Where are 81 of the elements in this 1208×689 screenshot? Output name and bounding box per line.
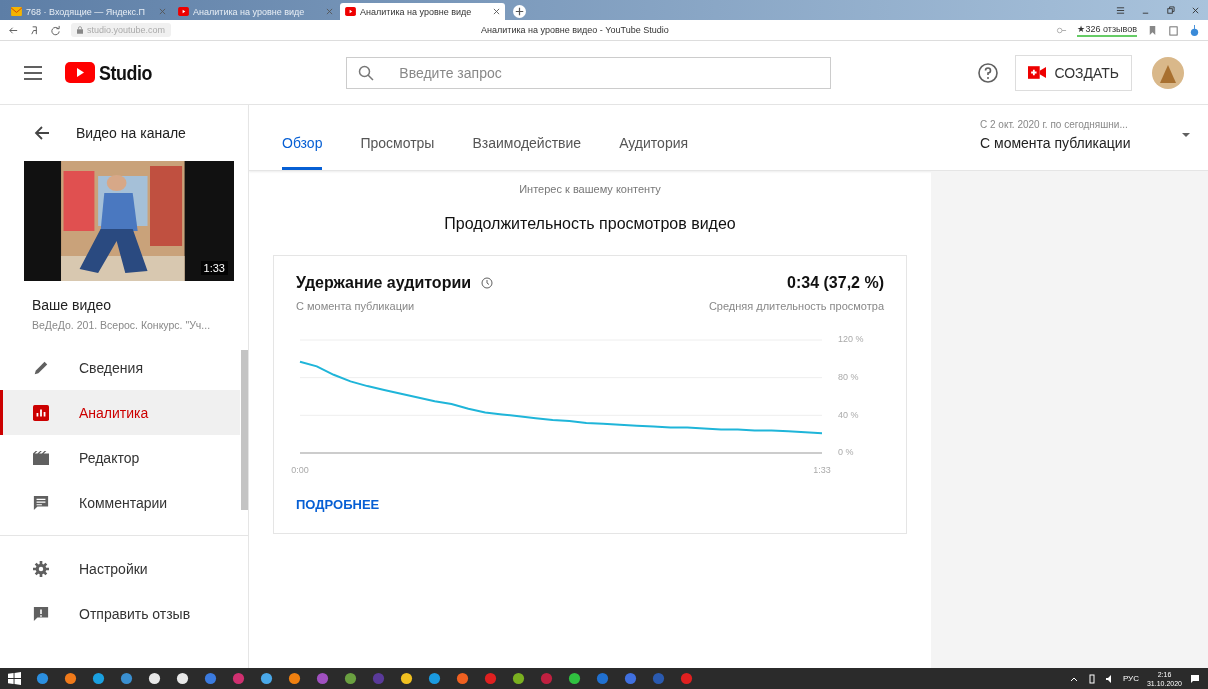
- browser-tab[interactable]: Аналитика на уровне виде: [340, 3, 505, 20]
- download-icon[interactable]: [1189, 24, 1200, 36]
- sidebar-item[interactable]: Настройки: [0, 546, 240, 591]
- bookmark-icon[interactable]: [1147, 24, 1158, 36]
- app-icon[interactable]: [176, 672, 189, 685]
- search-icon: [358, 64, 375, 81]
- battery-icon[interactable]: [1086, 673, 1097, 684]
- x-tick-label: 0:00: [291, 465, 309, 475]
- reviews-link[interactable]: ★326 отзывов: [1077, 23, 1137, 37]
- section-title: Продолжительность просмотров видео: [444, 215, 736, 233]
- tab[interactable]: Просмотры: [360, 135, 435, 170]
- sidebar-item[interactable]: Аналитика: [0, 390, 240, 435]
- camera-icon: [1028, 66, 1047, 79]
- card-subtitle: С момента публикации: [296, 300, 415, 312]
- sidebar-item[interactable]: Редактор: [0, 435, 240, 480]
- play-logo-icon: [65, 62, 95, 83]
- y-tick-label: 120 %: [838, 334, 864, 345]
- card-title: Удержание аудитории: [296, 274, 472, 292]
- new-tab-icon[interactable]: [513, 5, 526, 18]
- video-title: ВеДеДо. 201. Всерос. Конкурс. "Уч...: [32, 319, 212, 331]
- analytics-icon: [33, 404, 49, 421]
- close-icon[interactable]: [493, 8, 500, 15]
- app-icon[interactable]: [568, 672, 581, 685]
- metric-label: Средняя длительность просмотра: [708, 300, 884, 312]
- date-range-dropdown[interactable]: С 2 окт. 2020 г. по сегодняшни... С момента публикации: [960, 105, 1208, 170]
- app-icon[interactable]: [512, 672, 525, 685]
- menu-icon[interactable]: [24, 65, 42, 80]
- duration-badge: 1:33: [200, 261, 228, 275]
- pencil-icon: [33, 359, 49, 376]
- search-field[interactable]: Введите запрос: [346, 56, 832, 89]
- clock-icon[interactable]: [481, 277, 494, 289]
- play-icon: [178, 7, 189, 16]
- comment-icon: [33, 494, 49, 511]
- create-button[interactable]: СОЗДАТЬ: [1015, 54, 1132, 91]
- restore-icon[interactable]: [1166, 6, 1175, 15]
- help-icon[interactable]: [977, 61, 1000, 84]
- app-icon[interactable]: [260, 672, 273, 685]
- notifications-icon[interactable]: [1190, 673, 1200, 684]
- extensions-icon[interactable]: [1168, 24, 1179, 36]
- browser-tab[interactable]: 768 · Входящие — Яндекс.П: [6, 3, 171, 20]
- tab[interactable]: Обзор: [282, 135, 323, 170]
- start-icon[interactable]: [8, 672, 21, 685]
- app-icon[interactable]: [92, 672, 105, 685]
- metric-value: 0:34 (37,2 %): [787, 274, 884, 292]
- envelope-icon: [11, 7, 22, 16]
- app-icon[interactable]: [64, 672, 77, 685]
- tab-title: 768 · Входящие — Яндекс.П: [26, 6, 146, 17]
- film-icon: [33, 449, 49, 466]
- scrollbar[interactable]: [241, 350, 248, 510]
- feedback-icon: [33, 605, 49, 622]
- app-icon[interactable]: [400, 672, 413, 685]
- app-icon[interactable]: [148, 672, 161, 685]
- video-heading: Ваше видео: [32, 297, 113, 313]
- x-tick-label: 1:33: [813, 465, 831, 475]
- sidebar-item[interactable]: Комментарии: [0, 480, 240, 525]
- tab-title: Аналитика на уровне виде: [193, 6, 306, 17]
- logo-text: Studio: [99, 60, 152, 85]
- language-indicator[interactable]: РУС: [1122, 674, 1139, 683]
- reload-icon[interactable]: [50, 24, 61, 36]
- play-icon: [345, 7, 356, 16]
- tab[interactable]: Аудитория: [619, 135, 689, 170]
- sidebar-item[interactable]: Сведения: [0, 345, 240, 390]
- section-label: Интерес к вашему контенту: [519, 183, 661, 195]
- sidebar-item[interactable]: Отправить отзыв: [0, 591, 240, 636]
- browser-logo-icon[interactable]: [29, 24, 40, 36]
- menu-icon[interactable]: [1116, 6, 1125, 15]
- settings-icon: [33, 560, 49, 577]
- tab-title: Аналитика на уровне виде: [360, 6, 473, 17]
- page-title: Аналитика на уровне видео - YouTube Studio: [481, 25, 669, 35]
- lock-icon: [77, 26, 83, 34]
- caret-icon: [1182, 133, 1190, 137]
- avatar[interactable]: [1152, 56, 1184, 89]
- y-tick-label: 80 %: [838, 372, 859, 383]
- back-icon[interactable]: [34, 125, 50, 141]
- tab[interactable]: Взаимодействие: [472, 135, 582, 170]
- y-tick-label: 0 %: [838, 447, 854, 458]
- close-icon[interactable]: [1191, 6, 1200, 15]
- more-link[interactable]: ПОДРОБНЕЕ: [296, 497, 380, 512]
- app-icon[interactable]: [288, 672, 301, 685]
- y-tick-label: 40 %: [838, 409, 859, 420]
- back-label[interactable]: Видео на канале: [76, 125, 186, 141]
